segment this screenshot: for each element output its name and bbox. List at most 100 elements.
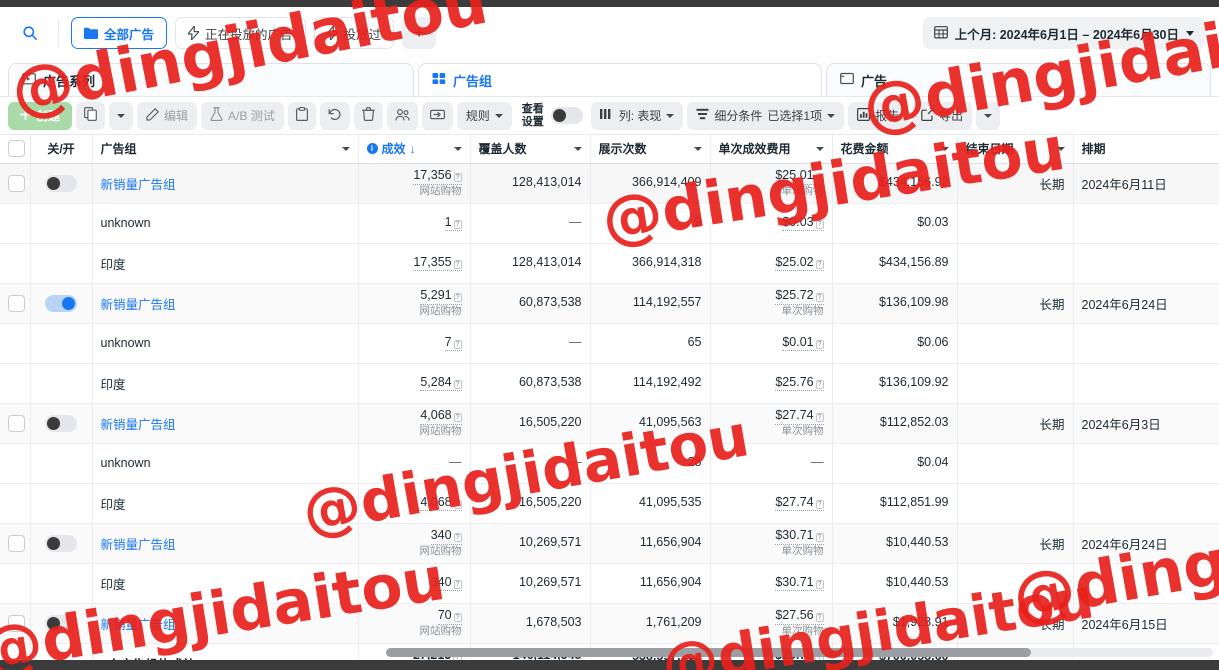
chevron-down-icon[interactable] bbox=[940, 146, 949, 151]
export-menu-button[interactable] bbox=[976, 101, 1001, 130]
create-button[interactable]: 创建 bbox=[8, 101, 73, 130]
chevron-down-icon[interactable] bbox=[815, 146, 824, 151]
row-status-toggle[interactable] bbox=[45, 614, 77, 632]
tab-campaigns[interactable]: 广告系列 bbox=[8, 63, 414, 96]
table-header-row: 关/开 广告组 i 成效 ↓ 覆盖人数 展示次数 单次成效费用 花费金额 结束日… bbox=[0, 135, 1219, 164]
table-row[interactable]: 新销量广告组 17,356? 网站购物 128,413,014 366,914,409 $… bbox=[0, 163, 1219, 204]
add-filter-button[interactable]: + bbox=[402, 17, 437, 49]
header-impressions[interactable]: 展示次数 bbox=[590, 135, 711, 164]
table-row[interactable]: 印度 5,284? 60,873,538 114,192,492 $25.76? $136… bbox=[0, 363, 1219, 404]
view-settings-toggle[interactable]: 查看 设置 bbox=[516, 101, 587, 131]
row-select-cell bbox=[0, 483, 31, 524]
adset-name-link[interactable]: 新销量广告组 bbox=[101, 178, 176, 192]
breakdown-button[interactable]: 细分条件 已选择1项 bbox=[687, 101, 845, 130]
top-bar: 全部广告 正在投放的广告 投放过 + 上个月: 2024年6月1日 – 2024… bbox=[0, 7, 1219, 59]
header-results[interactable]: i 成效 ↓ bbox=[358, 135, 471, 164]
filter-chip-all-ads[interactable]: 全部广告 bbox=[71, 17, 168, 49]
export-button[interactable]: 导出 bbox=[912, 101, 973, 130]
header-schedule[interactable]: 排期 bbox=[1073, 135, 1219, 164]
row-checkbox[interactable] bbox=[8, 414, 25, 432]
table-row[interactable]: unknown 1? —9 $0.03? $0.03 bbox=[0, 203, 1219, 244]
date-range-picker[interactable]: 上个月: 2024年6月1日 – 2024年6月30日 bbox=[922, 17, 1205, 49]
audience-button[interactable] bbox=[386, 101, 418, 130]
table-row[interactable]: 新销量广告组 70? 网站购物 1,678,503 1,761,209 $27.56? 单次… bbox=[0, 603, 1219, 644]
data-table-container[interactable]: 关/开 广告组 i 成效 ↓ 覆盖人数 展示次数 单次成效费用 花费金额 结束日… bbox=[0, 134, 1219, 660]
chevron-down-icon[interactable] bbox=[693, 146, 702, 151]
view-settings-switch[interactable] bbox=[550, 107, 583, 124]
table-row[interactable]: unknown 7? — 65 $0.01? $0.06 bbox=[0, 323, 1219, 364]
search-button[interactable] bbox=[14, 17, 46, 49]
table-row[interactable]: 印度 340? 10,269,571 11,656,904 $30.71? $10,440… bbox=[0, 563, 1219, 604]
end-date: 长期 bbox=[1039, 537, 1065, 552]
horizontal-scrollbar[interactable] bbox=[386, 648, 1213, 657]
header-select-all[interactable] bbox=[0, 135, 31, 164]
header-adset-name[interactable]: 广告组 bbox=[92, 135, 359, 164]
share-button[interactable] bbox=[421, 101, 453, 130]
table-row[interactable]: 新销量广告组 340? 网站购物 10,269,571 11,656,904 $30.71… bbox=[0, 523, 1219, 564]
header-cost-per-result[interactable]: 单次成效费用 bbox=[710, 135, 833, 164]
header-amount-spent[interactable]: 花费金额 bbox=[832, 135, 958, 164]
row-checkbox[interactable] bbox=[8, 174, 25, 192]
row-status-toggle[interactable] bbox=[45, 174, 77, 192]
adset-name-link[interactable]: 新销量广告组 bbox=[101, 298, 176, 312]
edit-button[interactable]: 编辑 bbox=[137, 101, 198, 130]
row-status-toggle-cell[interactable] bbox=[30, 603, 93, 644]
select-all-checkbox[interactable] bbox=[8, 140, 25, 158]
schedule-cell bbox=[1073, 443, 1219, 484]
header-end-date[interactable]: 结束日期 bbox=[957, 135, 1074, 164]
row-status-toggle-cell[interactable] bbox=[30, 163, 93, 204]
columns-button[interactable]: 列: 表现 bbox=[590, 101, 684, 130]
row-checkbox[interactable] bbox=[8, 534, 25, 552]
breakdown-name-cell: unknown bbox=[92, 203, 359, 244]
row-select-cell[interactable] bbox=[0, 163, 31, 204]
paste-button[interactable] bbox=[287, 101, 316, 130]
table-row[interactable]: 印度 17,355? 128,413,014 366,914,318 $25.02? $4… bbox=[0, 243, 1219, 284]
chevron-down-icon[interactable] bbox=[341, 146, 350, 151]
reach-cell: — bbox=[470, 323, 591, 364]
ab-test-button[interactable]: A/B 测试 bbox=[201, 101, 284, 130]
row-checkbox[interactable] bbox=[8, 294, 25, 312]
chevron-down-icon[interactable] bbox=[573, 146, 582, 151]
chevron-down-icon[interactable] bbox=[1056, 146, 1065, 151]
adset-name-cell[interactable]: 新销量广告组 bbox=[92, 283, 359, 324]
reports-button[interactable]: 报告 bbox=[848, 101, 909, 130]
adset-name-cell[interactable]: 新销量广告组 bbox=[92, 603, 359, 644]
scrollbar-thumb[interactable] bbox=[386, 648, 1032, 657]
rules-button[interactable]: 规则 bbox=[456, 101, 512, 130]
row-select-cell[interactable] bbox=[0, 403, 31, 444]
row-status-toggle-cell[interactable] bbox=[30, 403, 93, 444]
adset-name-link[interactable]: 新销量广告组 bbox=[101, 618, 176, 632]
adset-name-link[interactable]: 新销量广告组 bbox=[101, 418, 176, 432]
adset-name-cell[interactable]: 新销量广告组 bbox=[92, 163, 359, 204]
chevron-down-icon[interactable] bbox=[453, 146, 462, 151]
adset-name-cell[interactable]: 新销量广告组 bbox=[92, 403, 359, 444]
table-row[interactable]: 印度 4,068? 16,505,220 41,095,535 $27.74? $112,… bbox=[0, 483, 1219, 524]
table-row[interactable]: 新销量广告组 5,291? 网站购物 60,873,538 114,192,557 $25… bbox=[0, 283, 1219, 324]
schedule: 2024年6月24日 bbox=[1081, 297, 1168, 312]
totals-label-cell[interactable]: 8个广告组的成效 bbox=[92, 642, 359, 660]
header-reach[interactable]: 覆盖人数 bbox=[470, 135, 591, 164]
filter-chip-delivered-ads[interactable]: 投放过 bbox=[313, 17, 395, 49]
row-select-cell[interactable] bbox=[0, 603, 31, 644]
table-row[interactable]: unknown — — 28 — $0.04 bbox=[0, 443, 1219, 484]
undo-button[interactable] bbox=[319, 101, 350, 130]
row-status-toggle[interactable] bbox=[45, 414, 77, 432]
info-icon[interactable]: i bbox=[366, 143, 378, 155]
tab-adsets[interactable]: 广告组 bbox=[418, 63, 822, 96]
filter-chip-active-ads[interactable]: 正在投放的广告 bbox=[175, 17, 306, 49]
row-select-cell[interactable] bbox=[0, 283, 31, 324]
row-status-toggle-cell[interactable] bbox=[30, 523, 93, 564]
row-status-toggle[interactable] bbox=[45, 294, 77, 312]
row-checkbox[interactable] bbox=[8, 614, 25, 632]
row-select-cell[interactable] bbox=[0, 523, 31, 564]
tab-ads[interactable]: 广告 bbox=[826, 63, 1211, 96]
duplicate-menu-button[interactable] bbox=[109, 101, 134, 130]
duplicate-button[interactable] bbox=[76, 101, 106, 130]
row-status-toggle-cell[interactable] bbox=[30, 283, 93, 324]
adset-name-link[interactable]: 新销量广告组 bbox=[101, 538, 176, 552]
cost-per-result: $0.01 bbox=[782, 334, 814, 349]
row-status-toggle[interactable] bbox=[45, 534, 77, 552]
adset-name-cell[interactable]: 新销量广告组 bbox=[92, 523, 359, 564]
delete-button[interactable] bbox=[353, 101, 383, 130]
table-row[interactable]: 新销量广告组 4,068? 网站购物 16,505,220 41,095,563 $27.… bbox=[0, 403, 1219, 444]
